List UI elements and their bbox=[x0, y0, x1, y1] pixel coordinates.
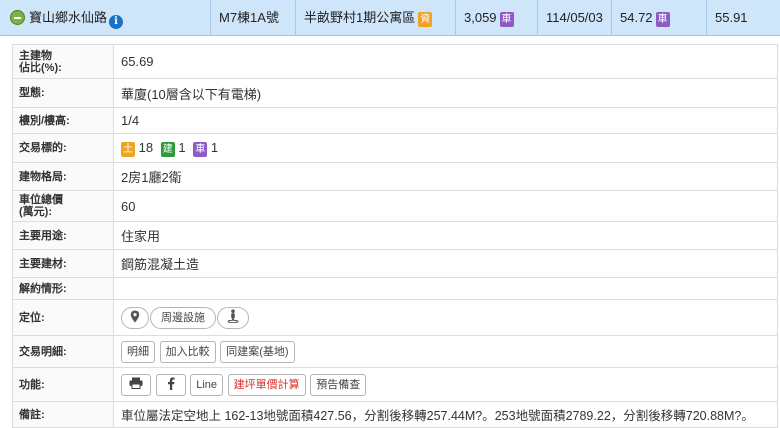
line-share-button[interactable]: Line bbox=[190, 373, 224, 396]
detail-button[interactable]: 明細 bbox=[121, 340, 155, 363]
unit-text: M7棟1A號 bbox=[219, 10, 279, 25]
collapse-icon[interactable] bbox=[10, 10, 25, 25]
summary-address-cell: 寶山鄉水仙路 i bbox=[0, 0, 210, 36]
building-tag: 建 bbox=[160, 141, 175, 157]
summary-area-cell: 54.72 車 bbox=[611, 0, 706, 36]
functions-label: 功能: bbox=[12, 367, 114, 402]
add-compare-button[interactable]: 加入比較 bbox=[159, 340, 216, 363]
unit-price-calc-button[interactable]: 建坪單價計算 bbox=[227, 373, 306, 396]
summary-community-cell: 半畝野村1期公寓區資 bbox=[295, 0, 455, 36]
facebook-icon bbox=[167, 377, 175, 390]
floor-value: 1/4 bbox=[113, 107, 778, 134]
type-label: 型態: bbox=[12, 78, 114, 108]
usage-value: 住家用 bbox=[113, 221, 778, 250]
transaction-summary-row[interactable]: 寶山鄉水仙路 i M7棟1A號 半畝野村1期公寓區資 3,059 車 114/05/… bbox=[0, 0, 780, 36]
cancel-label: 解約情形: bbox=[12, 277, 114, 300]
cancel-value bbox=[113, 277, 778, 300]
summary-date-cell: 114/05/03 bbox=[537, 0, 611, 36]
nearby-facilities-button[interactable]: 周邊設施 bbox=[150, 306, 216, 329]
layout-value: 2房1廳2衛 bbox=[113, 162, 778, 191]
target-value: 土 18 建 1 車 1 bbox=[113, 133, 778, 163]
usage-label: 主要用途: bbox=[12, 221, 114, 250]
date-text: 114/05/03 bbox=[546, 10, 603, 25]
total-price-text: 3,059 bbox=[464, 10, 497, 25]
layout-label: 建物格局: bbox=[12, 162, 114, 191]
transaction-label: 交易明細: bbox=[12, 335, 114, 368]
parking-tag: 車 bbox=[193, 141, 208, 157]
community-info-tag[interactable]: 資 bbox=[418, 12, 433, 27]
detail-row-remark: 備註: 車位屬法定空地上 162-13地號面積427.56，分割後移轉257.4… bbox=[12, 401, 778, 428]
print-button[interactable] bbox=[121, 373, 151, 396]
parking-count: 1 bbox=[210, 139, 219, 155]
main-ratio-value: 65.69 bbox=[113, 44, 778, 79]
detail-row-cancel: 解約情形: bbox=[12, 277, 778, 300]
same-case-button[interactable]: 同建案(基地) bbox=[220, 340, 295, 363]
street-view-button[interactable] bbox=[217, 306, 249, 329]
land-count: 18 bbox=[138, 139, 154, 155]
parking-price-label-line1: 車位總價 bbox=[19, 194, 63, 206]
print-icon bbox=[129, 377, 143, 389]
map-pin-icon bbox=[130, 310, 140, 322]
material-value: 鋼筋混凝土造 bbox=[113, 249, 778, 278]
detail-row-parking-price: 車位總價 (萬元): 60 bbox=[12, 190, 778, 222]
address-text: 寶山鄉水仙路 bbox=[29, 10, 108, 25]
main-ratio-label: 主建物 佔比(%): bbox=[12, 44, 114, 79]
parking-price-label-line2: (萬元): bbox=[19, 206, 52, 218]
summary-unit-price-cell: 55.91 bbox=[706, 0, 780, 36]
area-text: 54.72 bbox=[620, 10, 653, 25]
remark-label: 備註: bbox=[12, 401, 114, 428]
parking-price-value: 60 bbox=[113, 190, 778, 222]
summary-unit-cell: M7棟1A號 bbox=[210, 0, 295, 36]
type-value: 華廈(10層含以下有電梯) bbox=[113, 78, 778, 108]
info-icon[interactable]: i bbox=[109, 15, 124, 29]
main-ratio-label-line1: 主建物 bbox=[19, 49, 52, 62]
location-label: 定位: bbox=[12, 299, 114, 336]
detail-row-layout: 建物格局: 2房1廳2衛 bbox=[12, 162, 778, 191]
total-price-parking-tag: 車 bbox=[499, 12, 514, 27]
land-tag: 土 bbox=[121, 141, 135, 157]
main-ratio-label-line2: 佔比(%): bbox=[19, 61, 62, 74]
detail-row-type: 型態: 華廈(10層含以下有電梯) bbox=[12, 78, 778, 108]
detail-row-main-ratio: 主建物 佔比(%): 65.69 bbox=[12, 44, 778, 79]
material-label: 主要建材: bbox=[12, 249, 114, 278]
detail-row-floor: 樓別/樓高: 1/4 bbox=[12, 107, 778, 134]
transaction-value: 明細 加入比較 同建案(基地) bbox=[113, 335, 778, 368]
unit-price-text: 55.91 bbox=[715, 10, 748, 25]
target-label: 交易標的: bbox=[12, 133, 114, 163]
detail-row-target: 交易標的: 土 18 建 1 車 1 bbox=[12, 133, 778, 163]
detail-row-transaction: 交易明細: 明細 加入比較 同建案(基地) bbox=[12, 335, 778, 368]
parking-price-label: 車位總價 (萬元): bbox=[12, 190, 114, 222]
facebook-share-button[interactable] bbox=[155, 373, 186, 396]
presale-record-button[interactable]: 預告備查 bbox=[310, 373, 367, 396]
detail-row-usage: 主要用途: 住家用 bbox=[12, 221, 778, 250]
building-count: 1 bbox=[178, 139, 186, 155]
detail-row-material: 主要建材: 鋼筋混凝土造 bbox=[12, 249, 778, 278]
transaction-detail-table: 主建物 佔比(%): 65.69 型態: 華廈(10層含以下有電梯) 樓別/樓高:… bbox=[12, 44, 778, 428]
location-value: 周邊設施 bbox=[113, 299, 778, 336]
functions-value: Line 建坪單價計算 預告備查 bbox=[113, 367, 778, 402]
street-view-icon bbox=[227, 308, 239, 323]
detail-row-functions: 功能: Line 建坪單價計算 預告備查 bbox=[12, 367, 778, 402]
detail-row-location: 定位: 周邊設施 bbox=[12, 299, 778, 336]
remark-value: 車位屬法定空地上 162-13地號面積427.56，分割後移轉257.44M?。… bbox=[113, 401, 778, 428]
community-text[interactable]: 半畝野村1期公寓區 bbox=[304, 10, 415, 25]
map-pin-button[interactable] bbox=[121, 306, 149, 329]
floor-label: 樓別/樓高: bbox=[12, 107, 114, 134]
summary-total-price-cell: 3,059 車 bbox=[455, 0, 537, 36]
area-parking-tag: 車 bbox=[655, 12, 670, 27]
